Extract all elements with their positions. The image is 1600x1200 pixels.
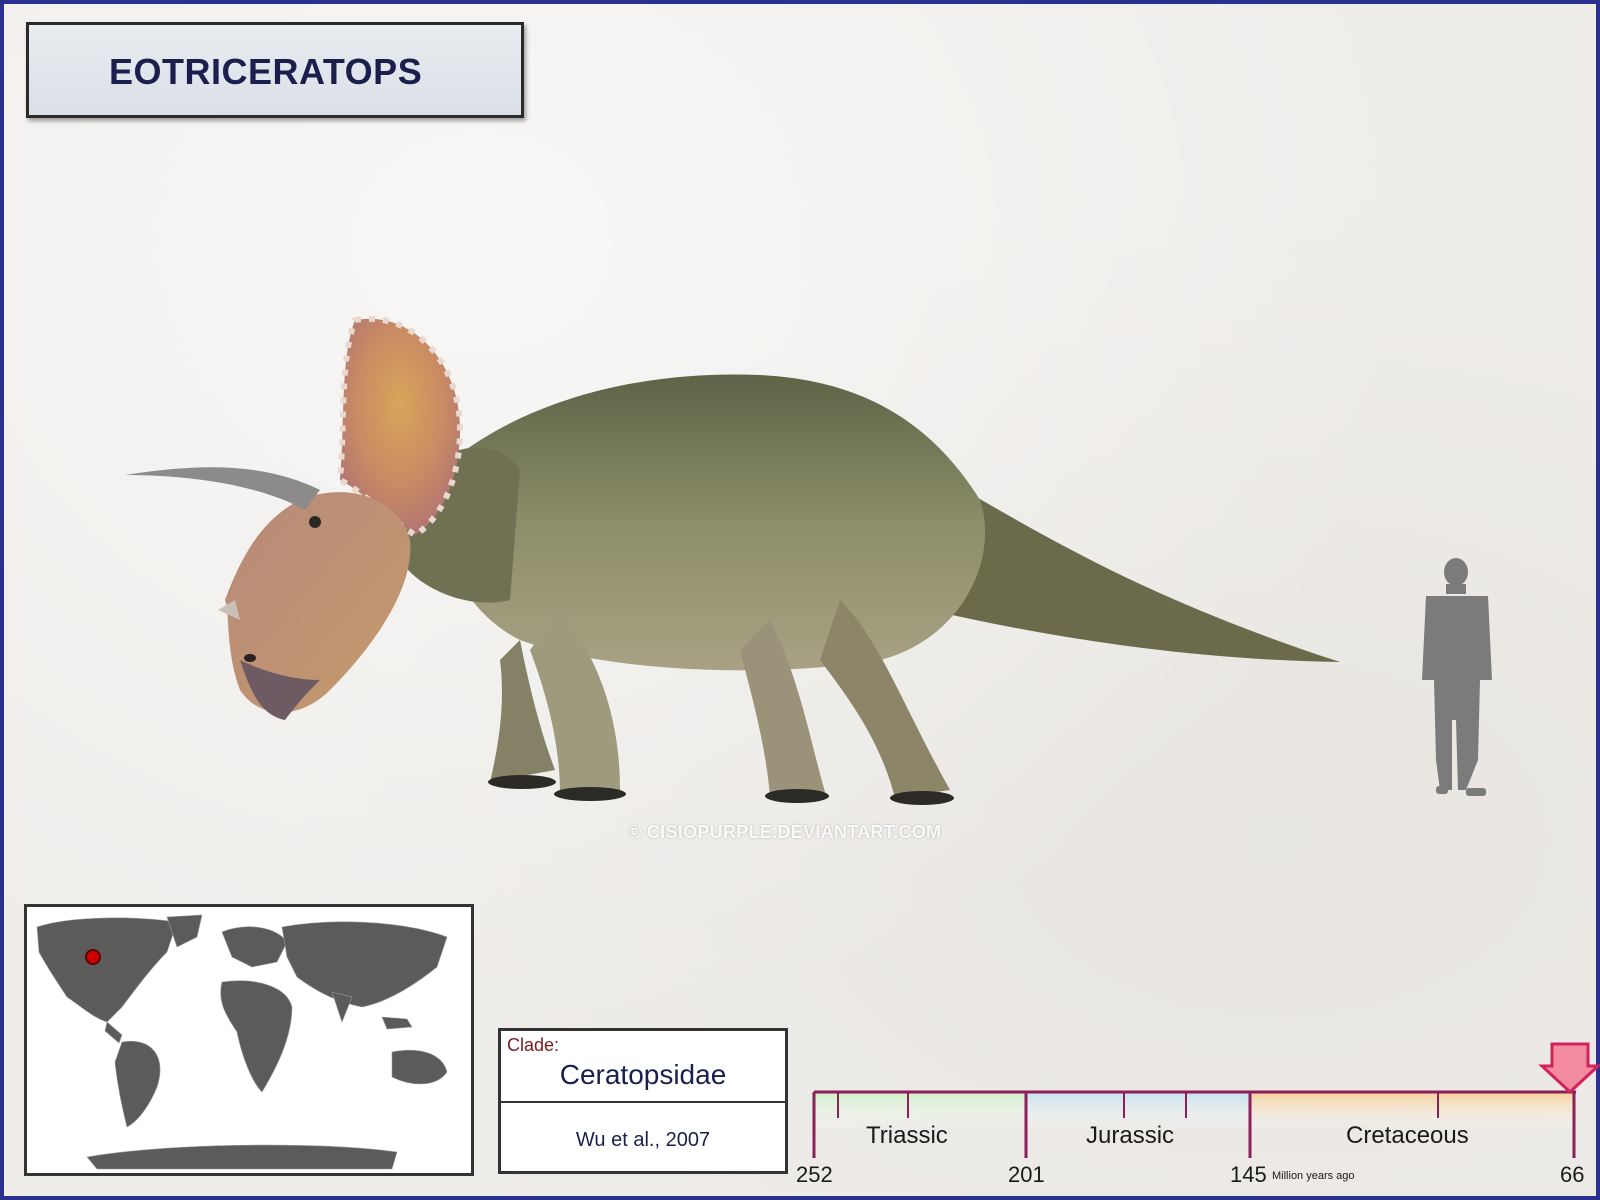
watermark-text: © CISIOPURPLE.DEVIANTART.COM	[628, 822, 942, 842]
clade-divider	[501, 1101, 785, 1103]
period-cretaceous: Cretaceous	[1346, 1122, 1469, 1149]
time-arrow-icon	[1538, 1042, 1600, 1095]
period-triassic: Triassic	[866, 1122, 948, 1149]
human-scale-silhouette	[1422, 558, 1492, 796]
clade-label: Clade:	[507, 1035, 560, 1055]
dinosaur-brow-horn	[125, 467, 320, 510]
distribution-map	[24, 904, 474, 1176]
fossil-location-marker	[85, 949, 101, 965]
clade-info-box: Clade: Ceratopsidae Wu et al., 2007	[498, 1028, 788, 1174]
tick-66: 66	[1560, 1162, 1585, 1187]
tick-201: 201	[1008, 1162, 1045, 1187]
dinosaur-body	[438, 374, 986, 671]
clade-author: Wu et al., 2007	[575, 1129, 711, 1151]
tick-145: 145	[1230, 1162, 1267, 1187]
time-unit-label: Million years ago	[1272, 1170, 1355, 1182]
timeline-graphic	[812, 1042, 1600, 1158]
dinosaur-illustration	[125, 315, 1340, 805]
geologic-timeline: Triassic Jurassic Cretaceous 252 201 145…	[796, 1040, 1600, 1200]
period-jurassic: Jurassic	[1086, 1122, 1175, 1149]
clade-name: Ceratopsidae	[559, 1059, 727, 1090]
dinosaur-tail	[930, 470, 1340, 662]
dinosaur-eye	[309, 516, 321, 528]
world-map	[27, 907, 471, 1173]
tick-252: 252	[796, 1162, 833, 1187]
